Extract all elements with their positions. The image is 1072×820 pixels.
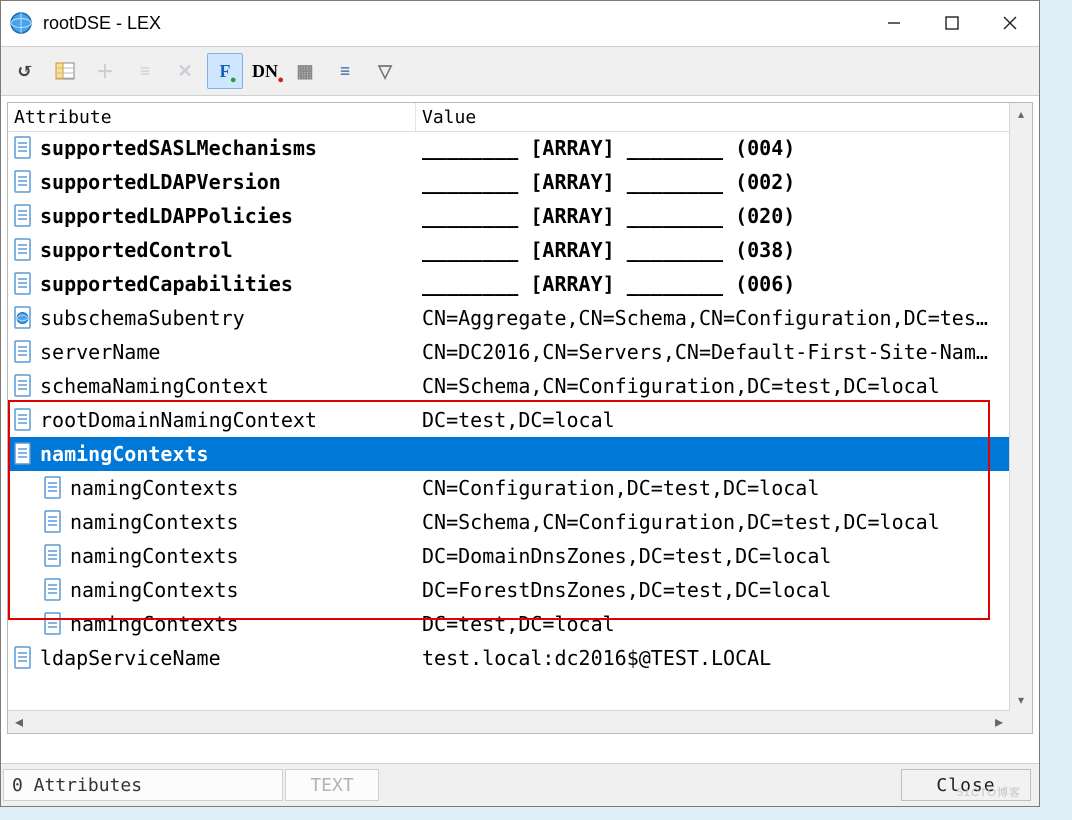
document-icon [42, 475, 64, 501]
column-attribute[interactable]: Attribute [8, 103, 416, 131]
globe-icon [12, 305, 34, 331]
table-row[interactable]: ldapServiceName test.local:dc2016$@TEST.L… [8, 641, 1010, 675]
attribute-name: schemaNamingContext [40, 374, 269, 398]
attribute-name: namingContexts [70, 476, 239, 500]
document-icon [12, 441, 34, 467]
table-row[interactable]: supportedCapabilities ________ [ARRAY] __… [8, 267, 1010, 301]
table-row[interactable]: namingContexts [8, 437, 1010, 471]
scroll-up-icon[interactable]: ▴ [1010, 103, 1032, 125]
scroll-corner [1010, 711, 1032, 733]
statusbar: 0 Attributes TEXT Close [1, 763, 1039, 806]
table-row[interactable]: namingContexts CN=Schema,CN=Configuration… [8, 505, 1010, 539]
dn-icon[interactable]: DN● [247, 53, 283, 89]
attribute-name: namingContexts [70, 510, 239, 534]
maximize-button[interactable] [923, 1, 981, 45]
document-icon [12, 169, 34, 195]
window: rootDSE - LEX ↺＋≡✕F●DN●▦≡▽ Attribute Val… [0, 0, 1040, 807]
sort-icon[interactable]: ≡ [327, 53, 363, 89]
table-row[interactable]: namingContexts CN=Configuration,DC=test,D… [8, 471, 1010, 505]
attribute-name: supportedSASLMechanisms [40, 136, 317, 160]
minimize-button[interactable] [865, 1, 923, 45]
table-row[interactable]: namingContexts DC=test,DC=local [8, 607, 1010, 641]
attribute-name: serverName [40, 340, 160, 364]
attribute-value: DC=test,DC=local [416, 612, 1010, 636]
attribute-value: ________ [ARRAY] ________ (006) [416, 272, 1010, 296]
status-attributes: 0 Attributes [3, 769, 283, 801]
attribute-name: namingContexts [70, 612, 239, 636]
document-icon [42, 509, 64, 535]
window-title: rootDSE - LEX [43, 13, 865, 34]
attribute-value: CN=Schema,CN=Configuration,DC=test,DC=lo… [416, 374, 1010, 398]
refresh-icon[interactable]: ↺ [7, 53, 43, 89]
attribute-name: supportedControl [40, 238, 233, 262]
document-icon [12, 203, 34, 229]
table-row[interactable]: rootDomainNamingContext DC=test,DC=local [8, 403, 1010, 437]
attribute-value: ________ [ARRAY] ________ (020) [416, 204, 1010, 228]
attribute-value: CN=Schema,CN=Configuration,DC=test,DC=lo… [416, 510, 1010, 534]
table-row[interactable]: supportedLDAPVersion ________ [ARRAY] ___… [8, 165, 1010, 199]
attribute-value: DC=test,DC=local [416, 408, 1010, 432]
document-icon [42, 611, 64, 637]
attribute-value: ________ [ARRAY] ________ (038) [416, 238, 1010, 262]
attribute-name: namingContexts [40, 442, 209, 466]
delete-icon[interactable]: ✕ [167, 53, 203, 89]
attribute-value: test.local:dc2016$@TEST.LOCAL [416, 646, 1010, 670]
attribute-name: subschemaSubentry [40, 306, 245, 330]
attribute-value: ________ [ARRAY] ________ (004) [416, 136, 1010, 160]
close-window-button[interactable] [981, 1, 1039, 45]
table-row[interactable]: supportedControl ________ [ARRAY] _______… [8, 233, 1010, 267]
column-value[interactable]: Value [416, 103, 1032, 131]
close-button[interactable]: Close [901, 769, 1031, 801]
toolbar: ↺＋≡✕F●DN●▦≡▽ [1, 46, 1039, 96]
document-icon [12, 339, 34, 365]
fields-icon[interactable] [47, 53, 83, 89]
attribute-list[interactable]: supportedSASLMechanisms ________ [ARRAY] … [8, 131, 1010, 711]
attribute-value: DC=DomainDnsZones,DC=test,DC=local [416, 544, 1010, 568]
attribute-panel: Attribute Value supportedSASLMechanisms _… [7, 102, 1033, 734]
document-icon [12, 373, 34, 399]
attribute-value: CN=Aggregate,CN=Schema,CN=Configuration,… [416, 306, 1010, 330]
table-row[interactable]: schemaNamingContext CN=Schema,CN=Configur… [8, 369, 1010, 403]
scroll-down-icon[interactable]: ▾ [1010, 689, 1032, 711]
document-icon [42, 577, 64, 603]
app-icon [9, 11, 33, 35]
document-icon [12, 135, 34, 161]
options-icon[interactable]: ▦ [287, 53, 323, 89]
document-icon [12, 407, 34, 433]
attribute-name: supportedLDAPVersion [40, 170, 281, 194]
attribute-name: supportedLDAPPolicies [40, 204, 293, 228]
column-header: Attribute Value [8, 103, 1032, 132]
attribute-name: namingContexts [70, 578, 239, 602]
scroll-right-icon[interactable]: ▸ [988, 711, 1010, 733]
filter-icon[interactable]: ▽ [367, 53, 403, 89]
attribute-value: CN=DC2016,CN=Servers,CN=Default-First-Si… [416, 340, 1010, 364]
document-icon [12, 645, 34, 671]
remove-icon[interactable]: ≡ [127, 53, 163, 89]
table-row[interactable]: supportedSASLMechanisms ________ [ARRAY] … [8, 131, 1010, 165]
attribute-value: ________ [ARRAY] ________ (002) [416, 170, 1010, 194]
document-icon [12, 271, 34, 297]
add-icon[interactable]: ＋ [87, 53, 123, 89]
table-row[interactable]: namingContexts DC=DomainDnsZones,DC=test,… [8, 539, 1010, 573]
table-row[interactable]: serverName CN=DC2016,CN=Servers,CN=Defaul… [8, 335, 1010, 369]
attribute-name: ldapServiceName [40, 646, 221, 670]
friendly-name-icon[interactable]: F● [207, 53, 243, 89]
attribute-name: namingContexts [70, 544, 239, 568]
titlebar: rootDSE - LEX [1, 1, 1039, 46]
horizontal-scrollbar[interactable]: ◂ ▸ [8, 710, 1010, 733]
status-mode: TEXT [285, 769, 379, 801]
content-area: Attribute Value supportedSASLMechanisms _… [1, 96, 1039, 741]
scroll-left-icon[interactable]: ◂ [8, 711, 30, 733]
document-icon [12, 237, 34, 263]
table-row[interactable]: supportedLDAPPolicies ________ [ARRAY] __… [8, 199, 1010, 233]
table-row[interactable]: namingContexts DC=ForestDnsZones,DC=test,… [8, 573, 1010, 607]
attribute-value: CN=Configuration,DC=test,DC=local [416, 476, 1010, 500]
document-icon [42, 543, 64, 569]
attribute-name: supportedCapabilities [40, 272, 293, 296]
table-row[interactable]: subschemaSubentry CN=Aggregate,CN=Schema,… [8, 301, 1010, 335]
vertical-scrollbar[interactable]: ▴ ▾ [1009, 103, 1032, 711]
attribute-value: DC=ForestDnsZones,DC=test,DC=local [416, 578, 1010, 602]
attribute-name: rootDomainNamingContext [40, 408, 317, 432]
